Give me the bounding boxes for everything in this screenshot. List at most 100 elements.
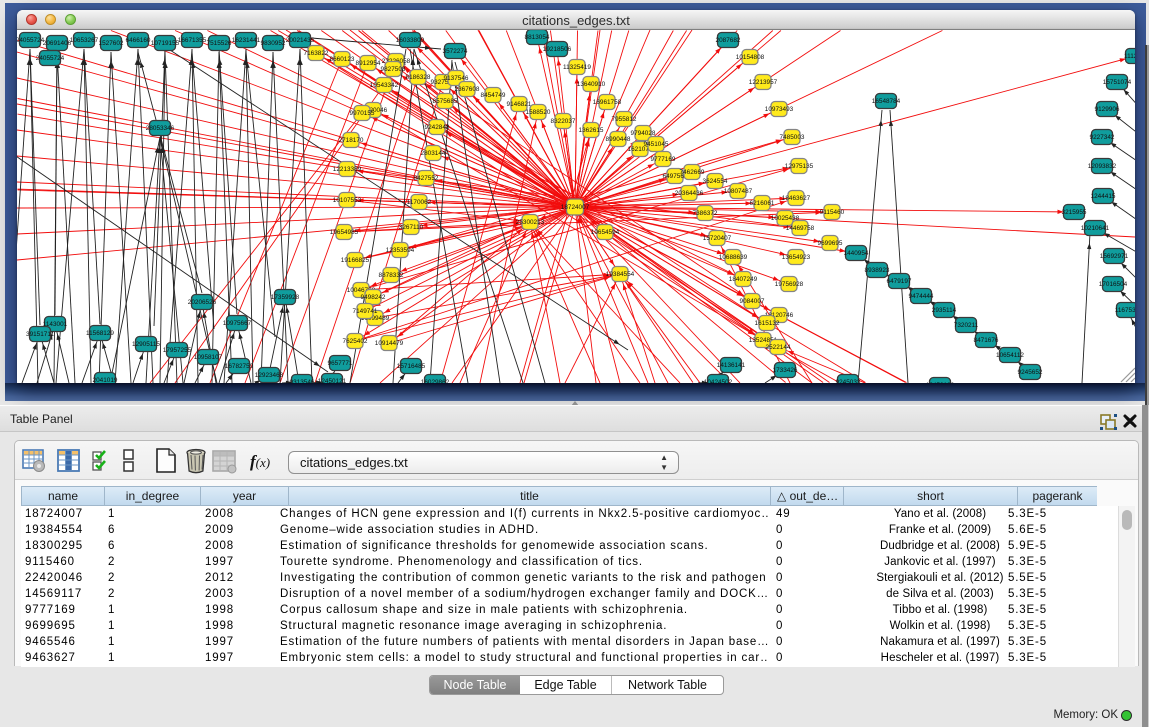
- svg-text:8575685: 8575685: [433, 98, 458, 105]
- svg-text:10654112: 10654112: [996, 352, 1024, 359]
- svg-text:7163822: 7163822: [304, 50, 329, 57]
- svg-text:18724007: 18724007: [561, 204, 590, 211]
- svg-text:15716485: 15716485: [397, 363, 426, 370]
- svg-text:1244415: 1244415: [1091, 193, 1116, 200]
- svg-text:2041019: 2041019: [93, 377, 118, 383]
- svg-text:11568129: 11568129: [86, 330, 114, 337]
- svg-text:9777169: 9777169: [651, 156, 676, 163]
- svg-text:20364436: 20364436: [675, 190, 704, 197]
- svg-text:9970155: 9970155: [350, 110, 375, 117]
- svg-text:3267110: 3267110: [399, 224, 424, 231]
- svg-text:10914479: 10914479: [375, 340, 404, 347]
- svg-text:13654923: 13654923: [782, 254, 811, 261]
- svg-text:16548784: 16548784: [872, 98, 901, 105]
- svg-text:11325419: 11325419: [563, 64, 591, 71]
- svg-text:9451045: 9451045: [644, 141, 669, 148]
- svg-text:10807487: 10807487: [724, 188, 753, 195]
- svg-text:7386372: 7386372: [693, 210, 718, 217]
- svg-text:9146821: 9146821: [507, 101, 532, 108]
- svg-text:1733426: 1733426: [773, 367, 798, 374]
- svg-text:28053346: 28053346: [146, 125, 175, 132]
- svg-text:2935114: 2935114: [932, 307, 957, 314]
- svg-text:2367608: 2367608: [455, 86, 480, 93]
- svg-text:7625402: 7625402: [343, 338, 368, 345]
- svg-text:20206526: 20206526: [188, 299, 217, 306]
- svg-text:8912954: 8912954: [356, 60, 381, 67]
- svg-text:19756928: 19756928: [775, 281, 804, 288]
- svg-text:12975135: 12975135: [785, 163, 814, 170]
- svg-text:12923463: 12923463: [255, 372, 284, 379]
- svg-text:10688639: 10688639: [719, 254, 748, 261]
- svg-text:15720407: 15720407: [703, 235, 732, 242]
- svg-text:9245033: 9245033: [836, 379, 861, 383]
- svg-text:9827503: 9827503: [381, 66, 406, 73]
- svg-text:6216061: 6216061: [750, 200, 775, 207]
- svg-text:10543342: 10543342: [370, 82, 399, 89]
- svg-text:8660123: 8660123: [330, 56, 355, 63]
- svg-text:16961758: 16961758: [593, 99, 622, 106]
- svg-text:12450120: 12450120: [926, 382, 955, 383]
- svg-text:17359928: 17359928: [271, 294, 300, 301]
- svg-text:9498242: 9498242: [361, 294, 386, 301]
- svg-text:8471676: 8471676: [974, 337, 999, 344]
- svg-text:24055724: 24055724: [17, 37, 45, 44]
- svg-text:9313546: 9313546: [290, 379, 315, 383]
- svg-text:8454749: 8454749: [481, 92, 506, 99]
- svg-text:7149741: 7149741: [353, 308, 378, 315]
- svg-text:10107553: 10107553: [333, 197, 362, 204]
- svg-text:9115460: 9115460: [820, 209, 845, 216]
- svg-text:3572274: 3572274: [443, 48, 468, 55]
- svg-text:1588520: 1588520: [526, 109, 551, 116]
- svg-text:17957255: 17957255: [163, 347, 192, 354]
- svg-text:9242848: 9242848: [425, 124, 450, 131]
- svg-text:25300213: 25300213: [516, 219, 545, 226]
- svg-text:1527602: 1527602: [99, 40, 124, 47]
- svg-text:17016504: 17016504: [1099, 281, 1128, 288]
- svg-text:10973493: 10973493: [765, 106, 794, 113]
- svg-text:14469758: 14469758: [786, 225, 815, 232]
- svg-text:39151711: 39151711: [26, 331, 54, 338]
- svg-text:15692971: 15692971: [1100, 253, 1129, 260]
- svg-text:18407249: 18407249: [729, 276, 758, 283]
- svg-text:19384554: 19384554: [606, 271, 635, 278]
- svg-text:9699695: 9699695: [818, 240, 843, 247]
- svg-text:16033809: 16033809: [396, 37, 425, 44]
- svg-text:10424502: 10424502: [704, 379, 733, 383]
- svg-text:10653267: 10653267: [70, 37, 99, 44]
- svg-text:8322037: 8322037: [551, 118, 576, 125]
- svg-text:12093832: 12093832: [1088, 163, 1117, 170]
- svg-text:1167534: 1167534: [1115, 307, 1135, 314]
- svg-text:8878332: 8878332: [379, 272, 404, 279]
- svg-text:10958107: 10958107: [194, 354, 223, 361]
- svg-text:1170062: 1170062: [407, 199, 432, 206]
- svg-text:7462669: 7462669: [680, 169, 705, 176]
- svg-text:9474444: 9474444: [909, 293, 934, 300]
- svg-text:10210641: 10210641: [1081, 225, 1110, 232]
- svg-text:10975667: 10975667: [223, 320, 252, 327]
- svg-text:7320211: 7320211: [954, 322, 979, 329]
- svg-text:20691406: 20691406: [43, 40, 72, 47]
- svg-text:12353594: 12353594: [386, 247, 415, 254]
- svg-text:9830952: 9830952: [261, 40, 286, 47]
- svg-text:1615132: 1615132: [755, 320, 780, 327]
- svg-text:16782759: 16782759: [225, 363, 254, 370]
- svg-text:19218506: 19218506: [543, 46, 572, 53]
- svg-text:16029862: 16029862: [421, 379, 450, 383]
- svg-text:8813054: 8813054: [525, 34, 550, 41]
- svg-text:13640910: 13640910: [577, 81, 606, 88]
- svg-text:7955812: 7955812: [612, 116, 637, 123]
- svg-text:2087682: 2087682: [716, 37, 741, 44]
- svg-text:9227342: 9227342: [1090, 134, 1115, 141]
- svg-text:10654594: 10654594: [591, 229, 620, 236]
- svg-text:12213389: 12213389: [333, 166, 362, 173]
- svg-text:6466160: 6466160: [126, 37, 151, 44]
- svg-text:6479197: 6479197: [887, 278, 912, 285]
- svg-text:12213957: 12213957: [749, 79, 778, 86]
- svg-text:12450121: 12450121: [318, 378, 347, 383]
- svg-text:10719155: 10719155: [151, 40, 180, 47]
- svg-text:20021435: 20021435: [286, 37, 315, 44]
- svg-text:7515526: 7515526: [207, 40, 232, 47]
- svg-text:8990448: 8990448: [606, 136, 631, 143]
- svg-text:3215955: 3215955: [1062, 209, 1087, 216]
- svg-text:10154808: 10154808: [736, 54, 765, 61]
